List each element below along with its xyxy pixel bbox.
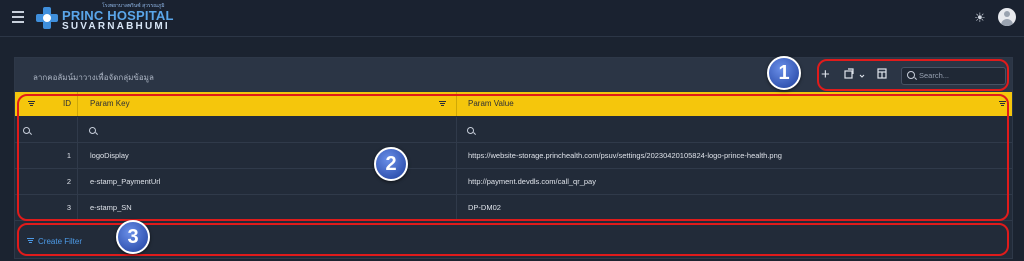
annotation-outline-toolbar xyxy=(817,59,1009,91)
top-bar: โรงพยาบาลพรินซ์ สุวรรณภูมิ PRINC HOSPITA… xyxy=(0,0,1024,37)
cross-logo-icon xyxy=(36,7,58,29)
menu-icon[interactable] xyxy=(12,11,24,23)
avatar[interactable] xyxy=(998,8,1016,26)
annotation-outline-table xyxy=(17,94,1009,221)
theme-toggle-icon[interactable]: ☀ xyxy=(974,10,986,26)
annotation-badge-2: 2 xyxy=(374,147,408,181)
annotation-outline-filter xyxy=(17,223,1009,256)
group-panel-hint: ลากคอลัมน์มาวางเพื่อจัดกลุ่มข้อมูล xyxy=(33,73,154,82)
annotation-badge-1: 1 xyxy=(767,56,801,90)
logo-sub-text: SUVARNABHUMI xyxy=(62,21,170,32)
annotation-badge-3: 3 xyxy=(116,220,150,254)
hospital-logo[interactable]: โรงพยาบาลพรินซ์ สุวรรณภูมิ PRINC HOSPITA… xyxy=(34,4,174,32)
